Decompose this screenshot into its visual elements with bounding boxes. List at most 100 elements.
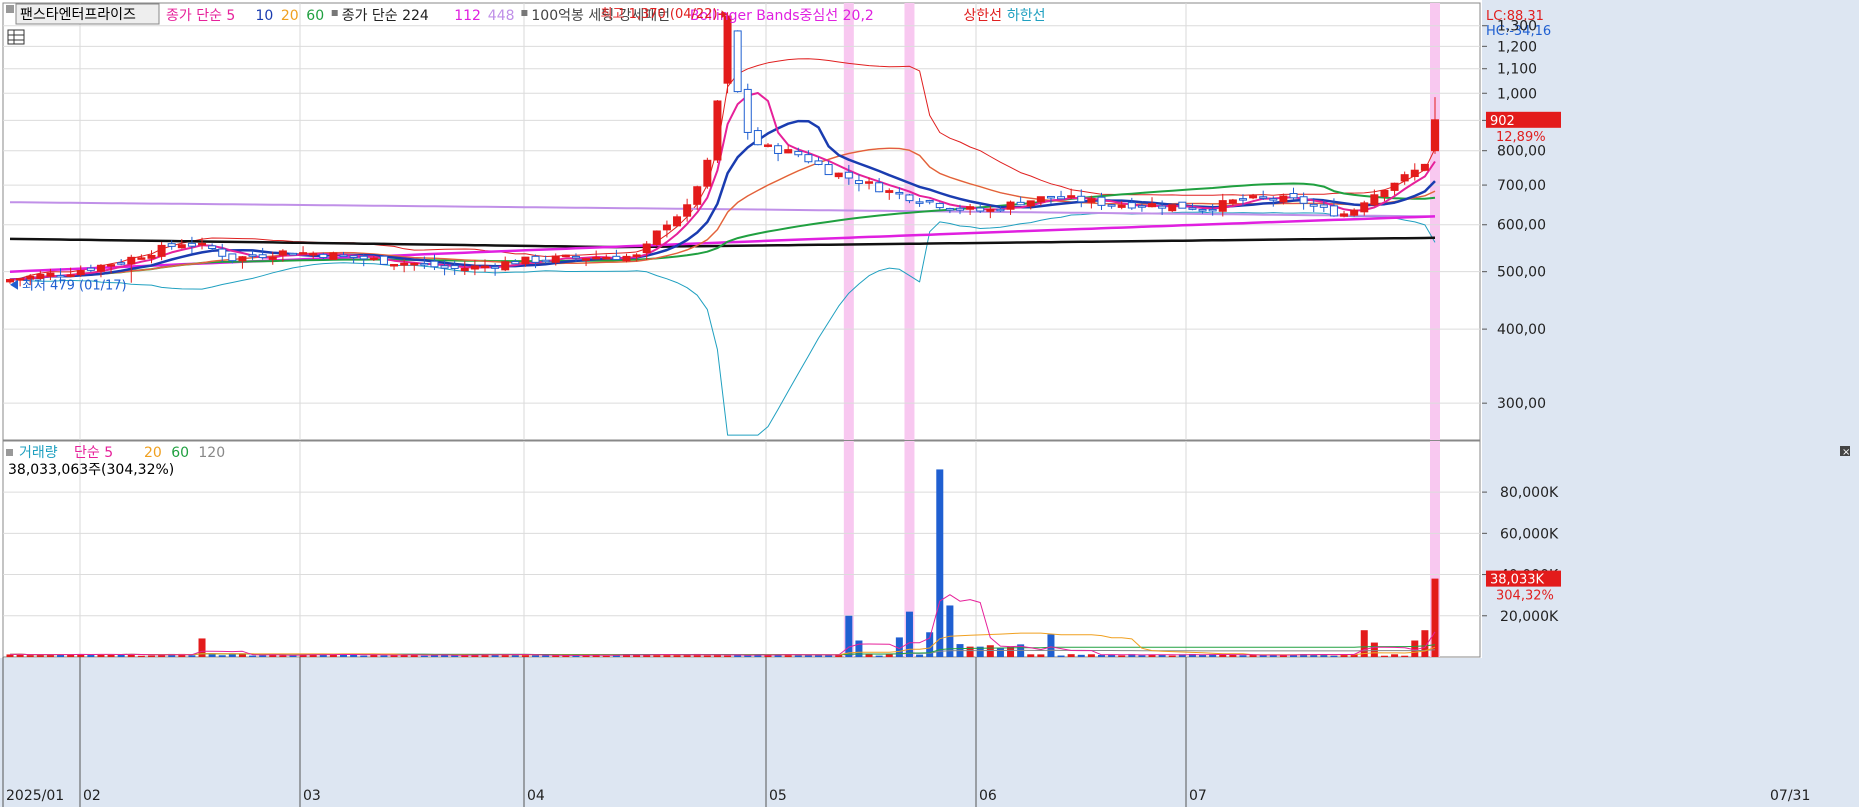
candle (46, 272, 55, 277)
table-icon (7, 29, 25, 45)
candle (1057, 196, 1066, 200)
candle (1319, 204, 1328, 208)
volume-bar (1138, 655, 1146, 657)
candle (460, 267, 469, 272)
candle (966, 206, 975, 210)
candle (1198, 208, 1207, 212)
candle (228, 253, 237, 262)
volume-bar (340, 654, 348, 657)
candle (410, 262, 419, 266)
volume-tick-label: 20,000K (1500, 609, 1559, 625)
candle (723, 15, 732, 84)
candle (693, 186, 702, 205)
candle (96, 264, 105, 272)
candle (571, 255, 580, 259)
candle (551, 255, 560, 263)
volume-bar (420, 655, 428, 657)
volume-bar (137, 655, 145, 657)
volume-bar (1391, 654, 1399, 657)
volume-bar (1199, 655, 1207, 657)
candle (753, 130, 762, 146)
candle (844, 171, 853, 179)
legend-separator-icon (331, 10, 338, 16)
volume-bar (147, 655, 155, 657)
volume-bar (228, 654, 236, 657)
candle (1158, 205, 1167, 209)
candle (1137, 205, 1146, 208)
candle (521, 256, 530, 265)
candle (66, 274, 75, 277)
candle (602, 256, 611, 260)
candle (814, 160, 823, 165)
candle (349, 255, 358, 259)
price-legend-item: 60 (306, 8, 324, 24)
volume-bar (1259, 655, 1267, 657)
candle (86, 267, 95, 271)
candle (1077, 195, 1086, 203)
candle (763, 144, 772, 147)
price-tick-label: 1,300 (1497, 19, 1537, 35)
candle (713, 100, 722, 161)
volume-bar (249, 655, 257, 657)
volume-bar (218, 655, 226, 657)
volume-bar (1067, 654, 1075, 657)
volume-bar (1007, 646, 1015, 657)
volume-bar (673, 655, 681, 657)
price-legend-item: 하한선 (1007, 8, 1046, 24)
legend-marker-icon (6, 5, 14, 13)
candle (1178, 201, 1187, 209)
candle (996, 208, 1005, 212)
volume-bar (188, 655, 196, 657)
candle (329, 252, 338, 260)
candle (733, 30, 742, 93)
volume-bar (1037, 654, 1045, 657)
price-legend-item: 10 (256, 8, 274, 24)
date-tick-label: 02 (83, 788, 101, 804)
candle (450, 265, 459, 269)
candle (945, 207, 954, 211)
volume-legend-item: 20 (144, 445, 162, 461)
date-tick-label: 03 (303, 788, 321, 804)
candle (208, 245, 217, 249)
date-tick-label: 04 (527, 788, 545, 804)
candle (875, 182, 884, 193)
candle (187, 242, 196, 247)
volume-bar (794, 655, 802, 657)
volume-bar (532, 655, 540, 657)
candlestick-chart[interactable]: 팬스타엔터프라이즈 종가 단순 5 10 20 60 종가 단순 224 112 448 100… (0, 0, 1859, 807)
volume-bar (1057, 655, 1065, 657)
volume-legend-item: 단순 5 (74, 445, 113, 461)
volume-legend-item: 60 (171, 445, 189, 461)
volume-bar (26, 655, 34, 657)
candle (1087, 198, 1096, 203)
candle (703, 159, 712, 187)
volume-bar (208, 654, 216, 657)
volume-bar (1401, 655, 1409, 657)
volume-bar (552, 655, 560, 657)
candle (1431, 119, 1439, 152)
volume-bar (360, 655, 368, 657)
candle (1299, 196, 1308, 204)
candle (1168, 204, 1177, 212)
volume-bar (885, 654, 893, 657)
volume-bar (744, 655, 752, 657)
volume-bar (430, 655, 438, 657)
stock-chart-window: 팬스타엔터프라이즈 종가 단순 5 10 20 60 종가 단순 224 112 448 100… (0, 0, 1859, 807)
candle (905, 194, 914, 202)
candle (1067, 195, 1076, 198)
volume-bar (238, 654, 246, 657)
candle (198, 242, 207, 246)
candle (976, 207, 985, 212)
candle (1238, 198, 1247, 201)
candle (1016, 201, 1025, 206)
volume-legend-item: 거래량 (19, 445, 58, 461)
candle (1259, 196, 1268, 199)
candle (258, 254, 267, 259)
candle (1006, 201, 1015, 210)
candle (390, 263, 399, 267)
candle (561, 254, 570, 258)
date-tick-label: 05 (769, 788, 787, 804)
candle (1046, 195, 1055, 199)
candle (683, 204, 692, 217)
current-volume-pct: 304,32% (1496, 589, 1554, 604)
